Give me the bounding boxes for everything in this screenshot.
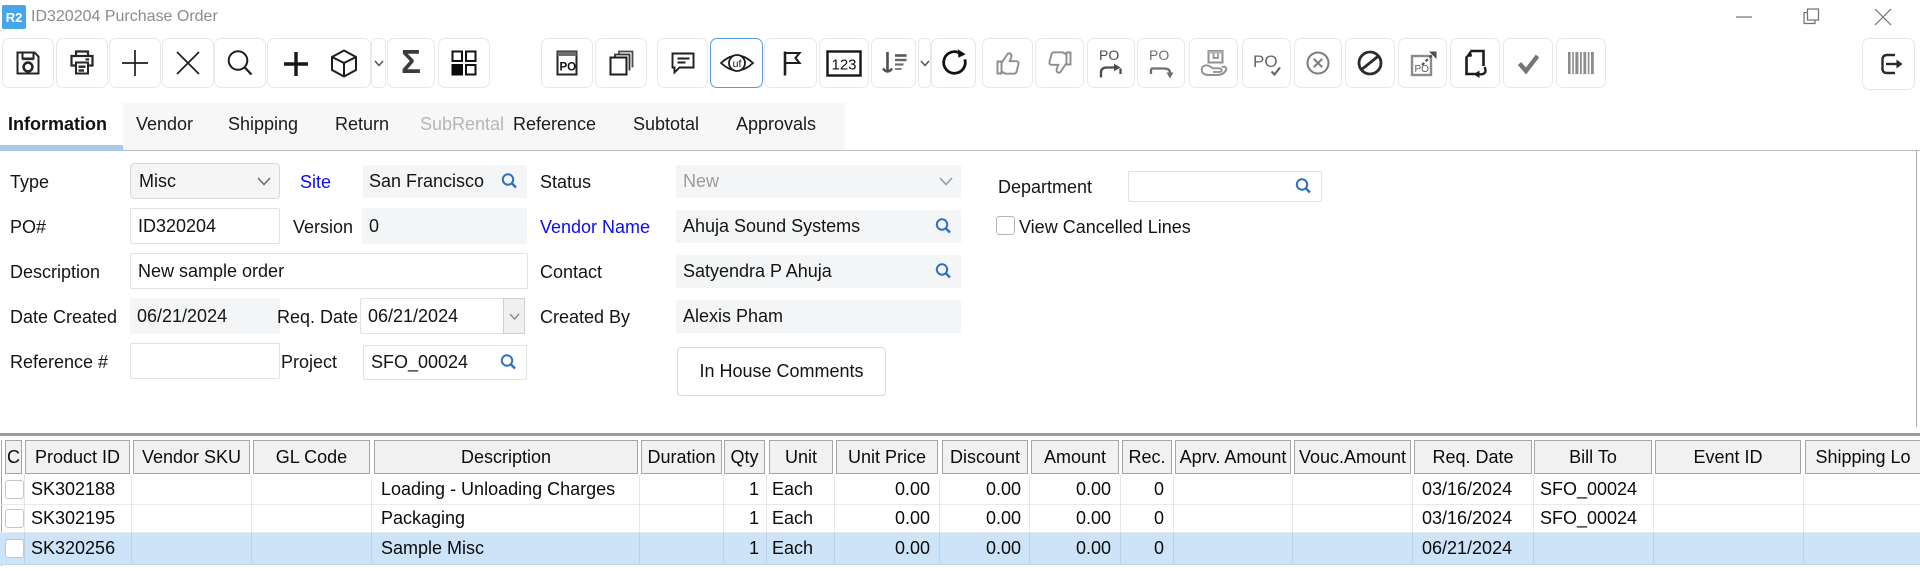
svg-text:PO: PO (1414, 64, 1429, 75)
svg-text:123: 123 (831, 56, 856, 73)
svg-text:PO: PO (1149, 47, 1169, 63)
svg-text:PO: PO (560, 62, 577, 74)
svg-text:uf: uf (732, 58, 741, 70)
svg-text:PO: PO (1253, 52, 1278, 71)
svg-text:PO: PO (1099, 47, 1119, 63)
